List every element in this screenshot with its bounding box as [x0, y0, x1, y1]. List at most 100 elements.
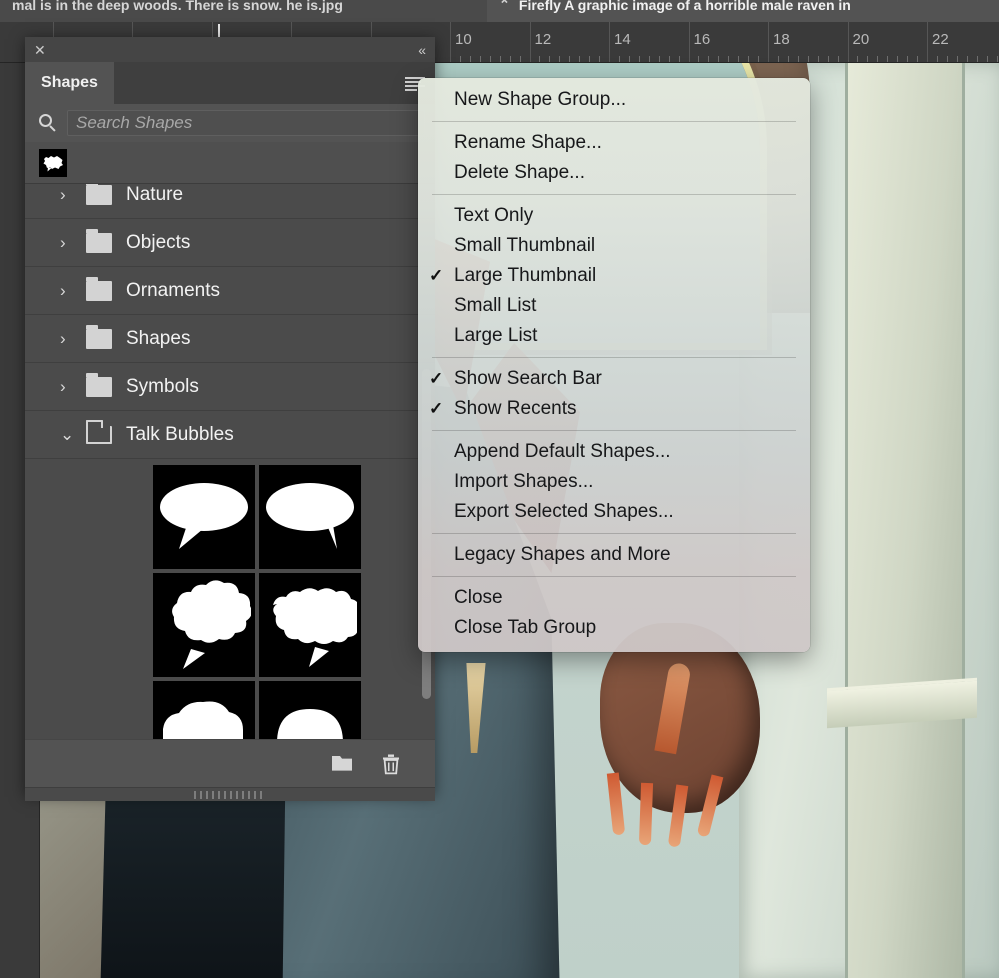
new-group-button[interactable] [331, 753, 353, 775]
ruler-tick-major [450, 22, 451, 62]
panel-resize-grip[interactable] [25, 787, 435, 801]
ruler-tick-minor [787, 56, 789, 62]
shape-group-ornaments[interactable]: › Ornaments [25, 267, 435, 315]
chevron-right-icon[interactable]: › [60, 281, 72, 301]
shapes-panel[interactable]: ✕ « Shapes Search Shapes › Nature › Obje… [25, 37, 435, 801]
tab-close-icon[interactable]: ⌃ [499, 0, 510, 13]
ruler-tick-minor [956, 56, 958, 62]
menu-item-label: Delete Shape... [454, 162, 585, 183]
ruler-tick-major [768, 22, 769, 62]
menu-item-close-tab-group[interactable]: Close Tab Group [418, 613, 810, 643]
ruler-label: 12 [534, 31, 552, 48]
shape-talk-bubble-dome[interactable] [259, 681, 361, 739]
menu-separator [432, 533, 796, 534]
menu-item-show-search-bar[interactable]: ✓ Show Search Bar [418, 364, 810, 394]
chevron-right-icon[interactable]: › [60, 233, 72, 253]
ruler-tick-minor [996, 56, 998, 62]
menu-item-text-only[interactable]: Text Only [418, 201, 810, 231]
shape-talk-bubble-rounded-icon [163, 701, 243, 739]
shape-group-symbols[interactable]: › Symbols [25, 363, 435, 411]
ruler-tick-minor [648, 56, 650, 62]
close-icon[interactable]: ✕ [34, 43, 46, 57]
ruler-tick-minor [777, 56, 779, 62]
checkmark-icon: ✓ [429, 369, 444, 388]
menu-item-new-shape-group[interactable]: New Shape Group... [418, 85, 810, 115]
menu-item-delete-shape[interactable]: Delete Shape... [418, 158, 810, 188]
ruler-tick-minor [469, 56, 471, 62]
ruler-tick-minor [817, 56, 819, 62]
ruler-label: 16 [693, 31, 711, 48]
menu-item-label: Show Search Bar [454, 368, 602, 389]
search-input[interactable] [67, 110, 425, 136]
delete-button[interactable] [381, 753, 403, 775]
menu-item-import-shapes[interactable]: Import Shapes... [418, 467, 810, 497]
menu-item-label: Show Recents [454, 398, 577, 419]
shape-thumbnail-grid[interactable] [25, 459, 435, 739]
ruler-tick-minor [917, 56, 919, 62]
menu-item-label: Large Thumbnail [454, 265, 597, 286]
shape-talk-bubble-oval-right[interactable] [259, 465, 361, 569]
tab-document-1[interactable]: mal is in the deep woods. There is snow.… [0, 0, 487, 22]
chevron-right-icon[interactable]: › [60, 329, 72, 349]
shape-group-label: Objects [126, 231, 191, 253]
ruler-tick-minor [728, 56, 730, 62]
ruler-label: 18 [773, 31, 790, 48]
chevron-right-icon[interactable]: › [60, 185, 72, 205]
ruler-tick-minor [976, 56, 978, 62]
menu-item-small-thumbnail[interactable]: Small Thumbnail [418, 231, 810, 261]
panel-context-menu[interactable]: New Shape Group... Rename Shape... Delete … [418, 78, 810, 652]
chevron-right-icon[interactable]: › [60, 377, 72, 397]
shape-group-shapes[interactable]: › Shapes [25, 315, 435, 363]
shape-talk-bubble-cloud-wide[interactable] [259, 573, 361, 677]
artwork-claw-2 [638, 782, 654, 846]
menu-item-label: Close Tab Group [454, 617, 597, 638]
menu-item-rename-shape[interactable]: Rename Shape... [418, 128, 810, 158]
folder-icon [86, 228, 112, 253]
shape-talk-bubble-rounded[interactable] [153, 681, 255, 739]
menu-item-label: Rename Shape... [454, 132, 602, 153]
menu-item-legacy-shapes-and-more[interactable]: Legacy Shapes and More [418, 540, 810, 570]
ruler-tick-minor [897, 56, 899, 62]
shape-group-list[interactable]: › Nature › Objects › Ornaments › Shapes › Symbols… [25, 184, 435, 739]
tab-document-2[interactable]: ⌃ Firefly A graphic image of a horrible … [487, 0, 999, 22]
collapse-icon[interactable]: « [418, 42, 426, 58]
menu-item-large-list[interactable]: Large List [418, 321, 810, 351]
shape-group-talk-bubbles[interactable]: ⌄ Talk Bubbles [25, 411, 435, 459]
menu-item-close[interactable]: Close [418, 583, 810, 613]
shape-talk-bubble-oval-left[interactable] [153, 465, 255, 569]
shape-group-label: Ornaments [126, 279, 220, 301]
ruler-tick-minor [807, 56, 809, 62]
menu-item-show-recents[interactable]: ✓ Show Recents [418, 394, 810, 424]
menu-item-append-default-shapes[interactable]: Append Default Shapes... [418, 437, 810, 467]
ruler-tick-minor [668, 56, 670, 62]
menu-separator [432, 121, 796, 122]
grip-bars-icon [194, 790, 266, 799]
ruler-tick-minor [827, 56, 829, 62]
panel-titlebar[interactable]: ✕ « [25, 37, 435, 62]
menu-separator [432, 194, 796, 195]
menu-item-export-selected-shapes[interactable]: Export Selected Shapes... [418, 497, 810, 527]
menu-item-label: Append Default Shapes... [454, 441, 671, 462]
ruler-tick-major [688, 22, 690, 62]
folder-open-icon [86, 419, 112, 444]
shape-talk-bubble-cloud-left[interactable] [153, 573, 255, 677]
ruler-tick-minor [549, 56, 551, 62]
menu-item-label: Small Thumbnail [454, 235, 596, 256]
recent-shape-talk-bubble-jagged[interactable] [39, 148, 67, 177]
menu-item-large-thumbnail[interactable]: ✓ Large Thumbnail [418, 261, 810, 291]
checkmark-icon: ✓ [429, 399, 444, 418]
tab-shapes[interactable]: Shapes [25, 62, 114, 104]
tab-document-1-title: mal is in the deep woods. There is snow.… [12, 0, 343, 13]
ruler-tick-minor [857, 56, 859, 62]
ruler-tick-minor [499, 56, 501, 62]
shape-group-objects[interactable]: › Objects [25, 219, 435, 267]
chevron-down-icon[interactable]: ⌄ [60, 425, 74, 445]
tab-document-2-title: Firefly A graphic image of a horrible ma… [518, 0, 851, 13]
ruler-tick-minor [579, 56, 581, 62]
ruler-tick-minor [658, 56, 660, 62]
shape-group-label: Talk Bubbles [126, 423, 234, 445]
ruler-tick-minor [539, 56, 541, 62]
shape-group-nature[interactable]: › Nature [25, 184, 435, 219]
menu-item-small-list[interactable]: Small List [418, 291, 810, 321]
menu-separator [432, 576, 796, 577]
